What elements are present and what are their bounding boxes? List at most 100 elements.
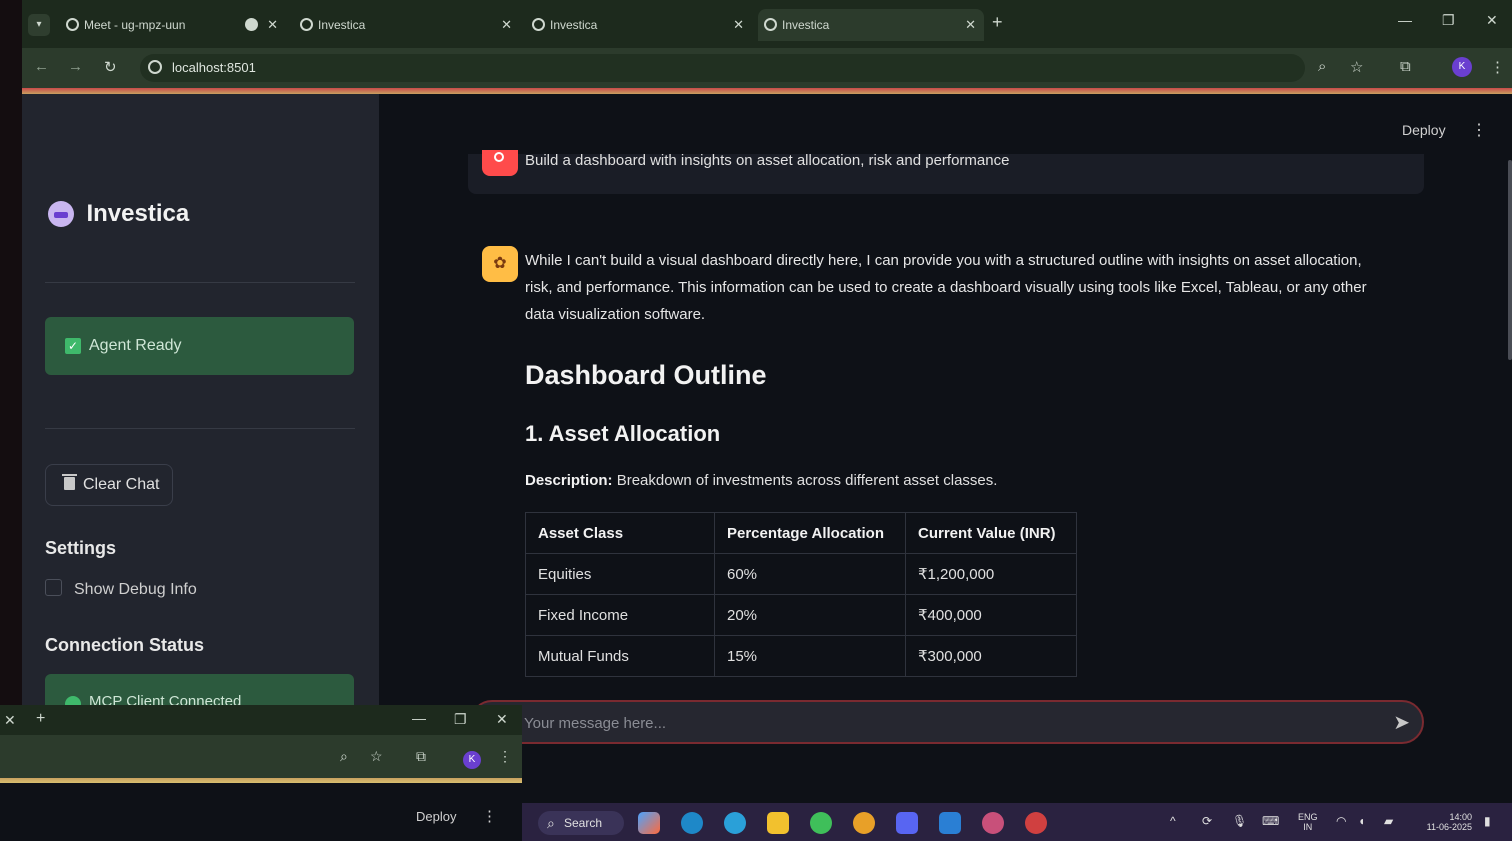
keyboard-icon[interactable]: ⌨ [1262, 814, 1279, 828]
deploy-button[interactable]: Deploy [416, 809, 456, 824]
browser-tab-investica-2[interactable]: Investica ✕ [526, 9, 752, 41]
table-cell: ₹400,000 [905, 594, 1077, 636]
telegram-icon[interactable] [724, 812, 746, 834]
chat-input-bar: ➤ [470, 700, 1424, 744]
browser-menu-icon[interactable]: ⋮ [498, 748, 512, 765]
table-cell: Equities [525, 553, 715, 595]
reload-icon[interactable]: ↻ [104, 58, 117, 76]
debug-toggle-row[interactable]: Show Debug Info [45, 579, 197, 599]
restore-icon[interactable]: ❐ [454, 711, 467, 728]
tab-favicon-icon [300, 18, 313, 31]
minimize-icon[interactable]: — [412, 710, 426, 726]
send-icon[interactable]: ➤ [1393, 710, 1410, 735]
scrollbar[interactable] [1508, 160, 1512, 360]
app-icon[interactable] [1025, 812, 1047, 834]
chrome-icon[interactable] [853, 812, 875, 834]
browser-tab-bar: ▾ Meet - ug-mpz-uun ✕ Investica ✕ Invest… [22, 0, 1512, 48]
chrome-profile-icon[interactable] [982, 812, 1004, 834]
browser-toolbar: ← → ↻ localhost:8501 ⌕ ☆ ⧉ K ⋮ [22, 48, 1512, 88]
vscode-icon[interactable] [939, 812, 961, 834]
taskbar-search[interactable]: Search [538, 811, 624, 835]
connection-status-heading: Connection Status [45, 635, 205, 655]
overlay-tab-bar: ✕ + — ❐ ✕ [0, 705, 522, 735]
clock-date: 11-06-2025 [1426, 822, 1472, 832]
tab-title: Investica [318, 18, 366, 32]
sidebar-divider [45, 428, 355, 429]
sync-icon[interactable]: ⟳ [1202, 814, 1212, 828]
minimize-icon[interactable]: — [1398, 12, 1412, 28]
tab-title: Investica [550, 18, 598, 32]
user-message-text: Build a dashboard with insights on asset… [525, 152, 1010, 169]
tab-close-icon[interactable]: ✕ [965, 9, 976, 41]
browser-tab-meet[interactable]: Meet - ug-mpz-uun ✕ [60, 9, 286, 41]
app-logo-row: Investica [48, 200, 189, 228]
app-menu-icon[interactable]: ⋮ [482, 807, 497, 825]
table-row: Mutual Funds 15% ₹300,000 [525, 635, 1077, 677]
clear-chat-button[interactable]: Clear Chat [45, 464, 173, 506]
site-info-icon[interactable] [148, 60, 162, 74]
whatsapp-icon[interactable] [810, 812, 832, 834]
table-header-row: Asset Class Percentage Allocation Curren… [525, 512, 1077, 554]
extensions-icon[interactable]: ⧉ [1400, 58, 1411, 75]
tab-close-icon[interactable]: ✕ [267, 9, 278, 41]
asset-allocation-description: Description: Breakdown of investments ac… [525, 472, 997, 489]
description-text: Breakdown of investments across differen… [616, 472, 998, 489]
windows-taskbar: Search ^ ⟳ 🎙 ⌨ ENG IN ◠ ◖ ▰ 14:00 11-06-… [522, 803, 1512, 841]
deploy-button[interactable]: Deploy [1402, 122, 1446, 138]
agent-status-label: Agent Ready [89, 337, 182, 354]
profile-avatar[interactable]: K [1452, 57, 1472, 77]
table-header: Percentage Allocation [714, 512, 906, 554]
tab-search-button[interactable]: ▾ [28, 14, 50, 36]
overlay-toolbar: ⌕ ☆ ⧉ ⋮ [0, 735, 522, 778]
volume-icon[interactable]: ◖ [1358, 814, 1365, 828]
browser-tab-investica-1[interactable]: Investica ✕ [294, 9, 520, 41]
chat-input[interactable] [522, 702, 1346, 744]
microphone-icon[interactable]: 🎙 [1232, 814, 1247, 828]
language-indicator[interactable]: ENG IN [1298, 812, 1318, 832]
dashboard-outline-heading: Dashboard Outline [525, 360, 767, 390]
app-title: Investica [86, 200, 190, 227]
assistant-avatar-icon [482, 246, 518, 282]
debug-checkbox[interactable] [45, 579, 62, 596]
restore-icon[interactable]: ❐ [1442, 12, 1455, 29]
tab-close-icon[interactable]: ✕ [733, 9, 744, 41]
close-window-icon[interactable]: ✕ [1486, 12, 1498, 29]
zoom-icon[interactable]: ⌕ [1318, 58, 1326, 75]
close-window-icon[interactable]: ✕ [496, 711, 508, 728]
settings-heading: Settings [45, 538, 117, 558]
tray-overflow-icon[interactable]: ^ [1170, 814, 1176, 828]
new-tab-button[interactable]: + [992, 12, 1003, 33]
clock[interactable]: 14:00 11-06-2025 [1414, 812, 1472, 832]
address-bar[interactable]: localhost:8501 [140, 54, 1305, 82]
copilot-icon[interactable] [638, 812, 660, 834]
zoom-icon[interactable]: ⌕ [340, 748, 348, 765]
forward-icon[interactable]: → [68, 58, 83, 75]
edge-icon[interactable] [681, 812, 703, 834]
back-icon[interactable]: ← [34, 58, 49, 75]
table-cell: ₹300,000 [905, 635, 1077, 677]
wifi-icon[interactable]: ◠ [1336, 814, 1346, 828]
new-tab-button[interactable]: + [36, 710, 45, 728]
checkmark-icon: ✓ [65, 338, 81, 354]
table-row: Fixed Income 20% ₹400,000 [525, 594, 1077, 636]
table-row: Equities 60% ₹1,200,000 [525, 553, 1077, 595]
extensions-icon[interactable]: ⧉ [416, 748, 426, 765]
profile-avatar[interactable]: K [463, 751, 481, 769]
folder-icon[interactable]: ▰ [1384, 814, 1393, 828]
notification-icon[interactable]: ▮ [1484, 814, 1491, 828]
tab-close-icon[interactable]: ✕ [501, 9, 512, 41]
table-cell: Mutual Funds [525, 635, 715, 677]
asset-allocation-heading: 1. Asset Allocation [525, 421, 721, 446]
asset-allocation-table: Asset Class Percentage Allocation Curren… [525, 512, 1077, 677]
tab-favicon-icon [66, 18, 79, 31]
browser-tab-investica-active[interactable]: Investica ✕ [758, 9, 984, 41]
bookmark-star-icon[interactable]: ☆ [370, 748, 383, 765]
tab-close-icon[interactable]: ✕ [4, 712, 16, 729]
bookmark-star-icon[interactable]: ☆ [1350, 58, 1363, 76]
app-menu-icon[interactable]: ⋮ [1471, 120, 1487, 140]
discord-icon[interactable] [896, 812, 918, 834]
tab-favicon-icon [764, 18, 777, 31]
clear-chat-label: Clear Chat [83, 476, 160, 493]
file-explorer-icon[interactable] [767, 812, 789, 834]
browser-menu-icon[interactable]: ⋮ [1490, 58, 1505, 76]
